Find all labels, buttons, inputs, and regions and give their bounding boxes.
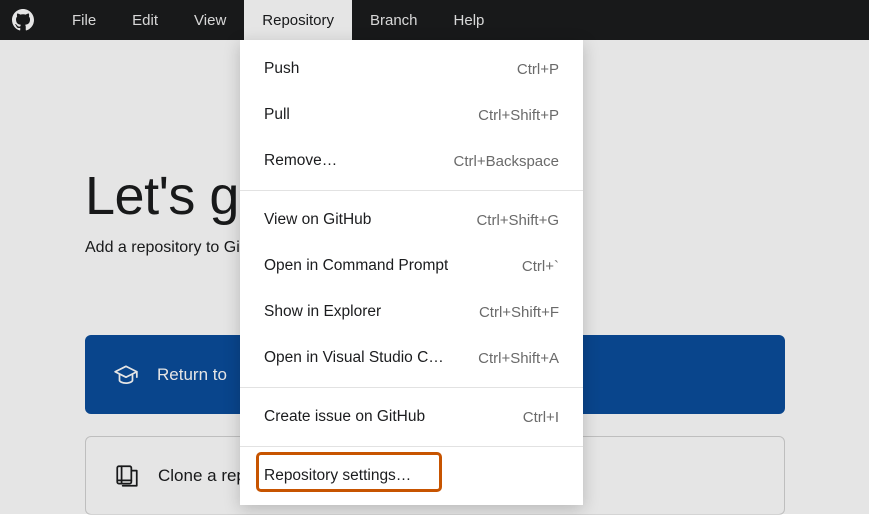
dropdown-label: Remove… [264, 152, 337, 170]
dropdown-shortcut: Ctrl+P [517, 61, 559, 78]
dropdown-label: Create issue on GitHub [264, 408, 425, 426]
dropdown-separator [240, 190, 583, 191]
dropdown-item-push[interactable]: Push Ctrl+P [240, 46, 583, 92]
dropdown-separator [240, 446, 583, 447]
dropdown-label: Repository settings… [264, 467, 411, 485]
dropdown-shortcut: Ctrl+Shift+F [479, 304, 559, 321]
dropdown-shortcut: Ctrl+` [522, 258, 559, 275]
dropdown-label: Open in Visual Studio C… [264, 349, 444, 367]
dropdown-item-remove[interactable]: Remove… Ctrl+Backspace [240, 138, 583, 184]
dropdown-separator [240, 387, 583, 388]
dropdown-shortcut: Ctrl+I [523, 409, 559, 426]
dropdown-item-open-command-prompt[interactable]: Open in Command Prompt Ctrl+` [240, 243, 583, 289]
dropdown-label: View on GitHub [264, 211, 371, 229]
dropdown-item-show-in-explorer[interactable]: Show in Explorer Ctrl+Shift+F [240, 289, 583, 335]
dropdown-shortcut: Ctrl+Shift+G [476, 212, 559, 229]
dropdown-shortcut: Ctrl+Shift+P [478, 107, 559, 124]
dropdown-item-open-vscode[interactable]: Open in Visual Studio C… Ctrl+Shift+A [240, 335, 583, 381]
dropdown-label: Open in Command Prompt [264, 257, 448, 275]
dropdown-label: Pull [264, 106, 290, 124]
dropdown-item-repository-settings[interactable]: Repository settings… [240, 453, 583, 499]
dropdown-label: Push [264, 60, 299, 78]
dropdown-item-pull[interactable]: Pull Ctrl+Shift+P [240, 92, 583, 138]
dropdown-shortcut: Ctrl+Shift+A [478, 350, 559, 367]
dropdown-shortcut: Ctrl+Backspace [454, 153, 559, 170]
dropdown-item-create-issue[interactable]: Create issue on GitHub Ctrl+I [240, 394, 583, 440]
dropdown-item-view-on-github[interactable]: View on GitHub Ctrl+Shift+G [240, 197, 583, 243]
repository-dropdown: Push Ctrl+P Pull Ctrl+Shift+P Remove… Ct… [240, 40, 583, 505]
dropdown-label: Show in Explorer [264, 303, 381, 321]
